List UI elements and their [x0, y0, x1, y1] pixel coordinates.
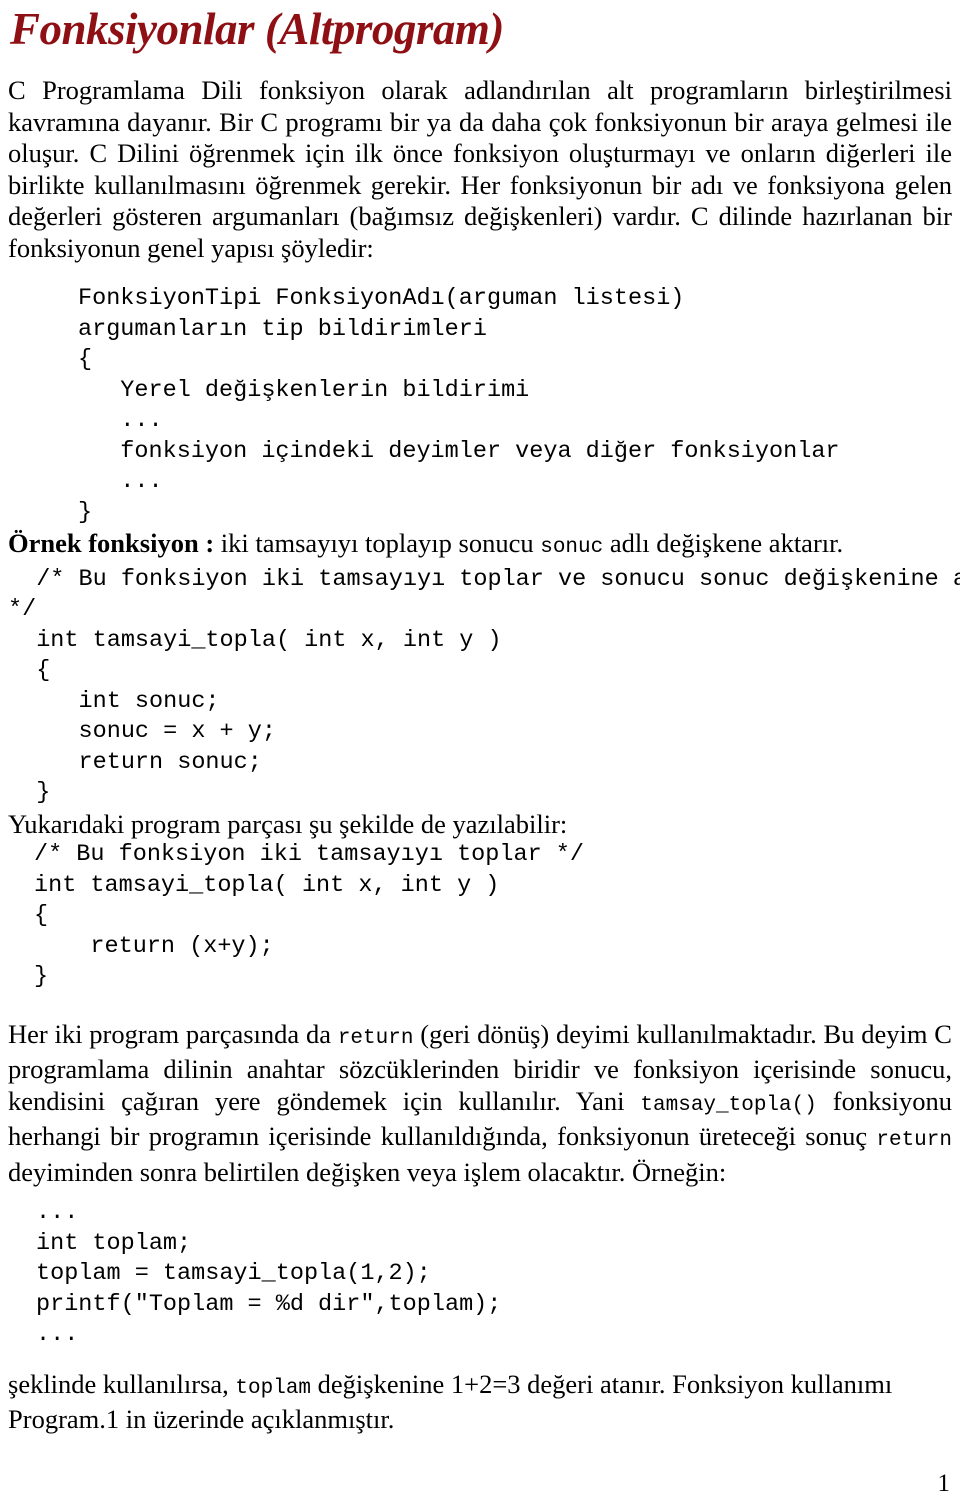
code-block-example-sum: /* Bu fonksiyon iki tamsayıyı toplar ve … [8, 565, 960, 807]
intro-paragraph: C Programlama Dili fonksiyon olarak adla… [8, 75, 952, 263]
page-title: Fonksiyonlar (Altprogram) [10, 4, 504, 54]
return-text-4: deyiminden sonra belirtilen değişken vey… [8, 1156, 727, 1187]
yukaridaki-paragraph: Yukarıdaki program parçası şu şekilde de… [8, 808, 568, 839]
page-number: 1 [937, 1470, 951, 1497]
inline-code-return-2: return [876, 1129, 952, 1153]
example-heading-line: Örnek fonksiyon : iki tamsayıyı toplayıp… [8, 528, 952, 564]
inline-code-sonuc: sonuc [540, 536, 604, 560]
example-text-1: iki tamsayıyı toplayıp sonucu [214, 528, 541, 559]
final-text-1: şeklinde kullanılırsa, [8, 1368, 236, 1399]
code-block-general-form: FonksiyonTipi FonksiyonAdı(arguman liste… [78, 285, 840, 526]
example-label: Örnek fonksiyon : [8, 528, 215, 559]
inline-code-return-1: return [337, 1026, 414, 1050]
code-block-example-short: /* Bu fonksiyon iki tamsayıyı toplar */ … [34, 841, 584, 991]
final-paragraph: şeklinde kullanılırsa, toplam değişkenin… [8, 1369, 952, 1436]
inline-code-tamsay-topla: tamsay_topla() [640, 1093, 817, 1117]
return-text-1: Her iki program parçasında da [8, 1018, 338, 1049]
code-block-usage: ... int toplam; toplam = tamsayi_topla(1… [36, 1199, 502, 1349]
inline-code-toplam: toplam [235, 1376, 312, 1400]
return-explanation-paragraph: Her iki program parçasında da return (ge… [8, 1019, 952, 1189]
example-text-2: adlı değişkene aktarır. [603, 528, 844, 559]
document-page: Fonksiyonlar (Altprogram) C Programlama … [0, 0, 960, 1504]
